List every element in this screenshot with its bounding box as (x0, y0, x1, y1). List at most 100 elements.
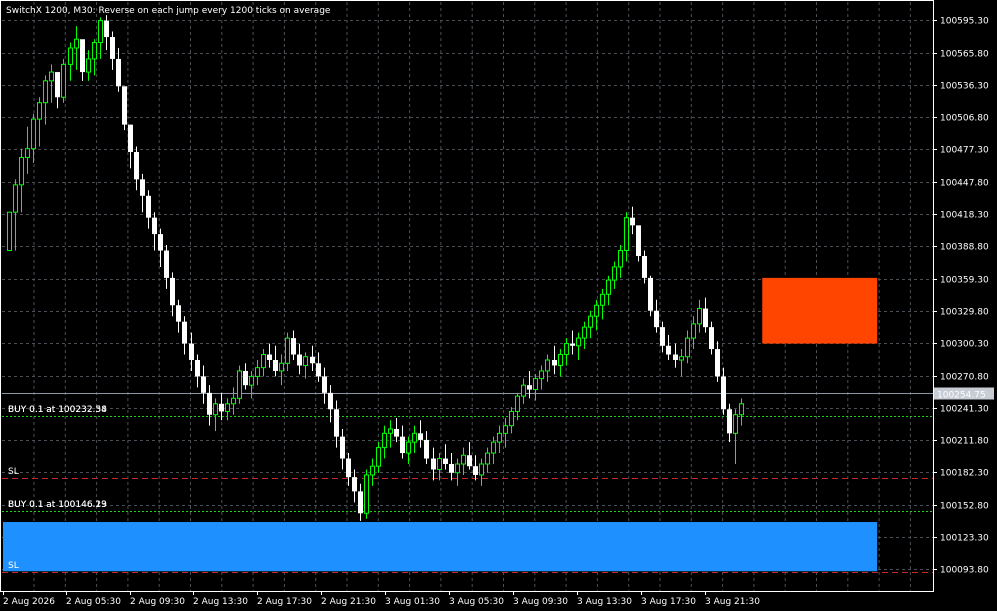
candle-body-up[interactable] (86, 58, 91, 73)
candle-body-up[interactable] (697, 308, 702, 325)
candle-body-up[interactable] (497, 432, 502, 443)
candle-body-up[interactable] (691, 323, 696, 339)
price-chart[interactable]: 100595.30 100565.80 100536.30 100506.80 1004… (0, 0, 997, 611)
candle-body-down[interactable] (273, 359, 278, 371)
candle-body-down[interactable] (709, 327, 714, 350)
candle-body-down[interactable] (424, 439, 429, 459)
candle-body-up[interactable] (503, 425, 508, 434)
candle-body-down[interactable] (340, 436, 345, 459)
candle-body-down[interactable] (346, 458, 351, 478)
candle-body-up[interactable] (739, 403, 744, 416)
candle-body-down[interactable] (467, 455, 472, 467)
candle-body-down[interactable] (418, 433, 423, 440)
candle-body-down[interactable] (648, 277, 653, 311)
candle-body-down[interactable] (431, 458, 436, 470)
candle-body-down[interactable] (116, 58, 121, 87)
candle-body-up[interactable] (68, 47, 73, 65)
candle-body-down[interactable] (164, 250, 169, 278)
candle-body-down[interactable] (189, 343, 194, 360)
candle-body-up[interactable] (606, 279, 611, 295)
candle-body-up[interactable] (285, 337, 290, 364)
candle-body-down[interactable] (703, 308, 708, 328)
candle-body-down[interactable] (140, 179, 145, 196)
candle-body-down[interactable] (328, 392, 333, 410)
candle-body-up[interactable] (213, 403, 218, 416)
candle-body-down[interactable] (352, 477, 357, 492)
candle-body-down[interactable] (146, 195, 151, 218)
candle-body-up[interactable] (364, 474, 369, 514)
candle-body-down[interactable] (400, 436, 405, 454)
candle-body-down[interactable] (673, 354, 678, 360)
candle-body-down[interactable] (207, 392, 212, 415)
candle-body-up[interactable] (539, 370, 544, 380)
candle-body-down[interactable] (630, 217, 635, 226)
candle-body-up[interactable] (582, 326, 587, 339)
candle-body-up[interactable] (509, 410, 514, 427)
candle-body-up[interactable] (388, 428, 393, 434)
candle-body-up[interactable] (225, 403, 230, 412)
candle-body-up[interactable] (231, 397, 236, 405)
candle-body-up[interactable] (261, 354, 266, 369)
chart-window[interactable]: 100595.30 100565.80 100536.30 100506.80 1004… (0, 0, 997, 611)
candle-body-up[interactable] (92, 42, 97, 60)
candle-body-down[interactable] (443, 458, 448, 465)
candle-body-down[interactable] (666, 345, 671, 355)
candle-body-down[interactable] (527, 385, 532, 390)
candle-body-up[interactable] (515, 395, 520, 412)
candle-body-up[interactable] (600, 293, 605, 306)
candle-body-up[interactable] (406, 441, 411, 454)
candle-body-up[interactable] (61, 63, 66, 98)
candle-body-up[interactable] (624, 217, 629, 252)
candle-body-up[interactable] (303, 356, 308, 366)
candle-body-up[interactable] (485, 452, 490, 465)
candle-body-down[interactable] (104, 20, 109, 38)
candle-body-down[interactable] (122, 86, 127, 125)
candle-body-down[interactable] (267, 354, 272, 360)
candle-body-up[interactable] (19, 156, 24, 186)
candle-body-down[interactable] (727, 409, 732, 434)
candle-body-down[interactable] (128, 124, 133, 152)
candle-body-up[interactable] (533, 378, 538, 391)
candle-body-up[interactable] (618, 250, 623, 268)
candle-body-up[interactable] (279, 362, 284, 372)
candle-body-down[interactable] (394, 428, 399, 437)
candle-body-up[interactable] (249, 375, 254, 386)
candle-body-up[interactable] (376, 447, 381, 467)
candle-body-down[interactable] (243, 370, 248, 386)
candle-body-up[interactable] (49, 71, 54, 82)
candle-body-down[interactable] (291, 338, 296, 355)
candle-body-down[interactable] (80, 39, 85, 73)
candle-body-up[interactable] (7, 211, 12, 252)
candle-body-up[interactable] (255, 367, 260, 377)
candle-body-up[interactable] (13, 184, 18, 213)
candle-body-down[interactable] (721, 376, 726, 410)
candle-body-down[interactable] (570, 343, 575, 346)
candle-body-up[interactable] (412, 432, 417, 443)
candle-body-up[interactable] (74, 38, 79, 49)
candle-body-down[interactable] (195, 359, 200, 377)
candle-body-down[interactable] (55, 72, 60, 98)
candle-body-up[interactable] (98, 20, 103, 44)
candle-body-up[interactable] (455, 463, 460, 474)
candle-body-up[interactable] (588, 315, 593, 328)
candle-body-up[interactable] (733, 414, 738, 434)
candle-body-down[interactable] (110, 37, 115, 59)
candle-body-down[interactable] (134, 151, 139, 180)
candle-body-up[interactable] (545, 359, 550, 372)
candle-body-up[interactable] (558, 354, 563, 366)
candle-body-up[interactable] (437, 458, 442, 470)
candle-body-up[interactable] (31, 118, 36, 150)
candle-body-up[interactable] (564, 343, 569, 356)
candle-body-up[interactable] (685, 337, 690, 358)
candle-body-up[interactable] (43, 80, 48, 104)
candle-body-up[interactable] (37, 102, 42, 120)
candle-body-down[interactable] (176, 305, 181, 322)
candle-body-down[interactable] (552, 359, 557, 366)
candle-body-up[interactable] (594, 304, 599, 317)
candle-body-down[interactable] (449, 464, 454, 473)
candle-body-down[interactable] (654, 310, 659, 328)
candle-body-up[interactable] (576, 337, 581, 347)
candle-body-up[interactable] (521, 384, 526, 397)
candle-body-down[interactable] (310, 356, 315, 364)
candle-body-up[interactable] (370, 465, 375, 476)
